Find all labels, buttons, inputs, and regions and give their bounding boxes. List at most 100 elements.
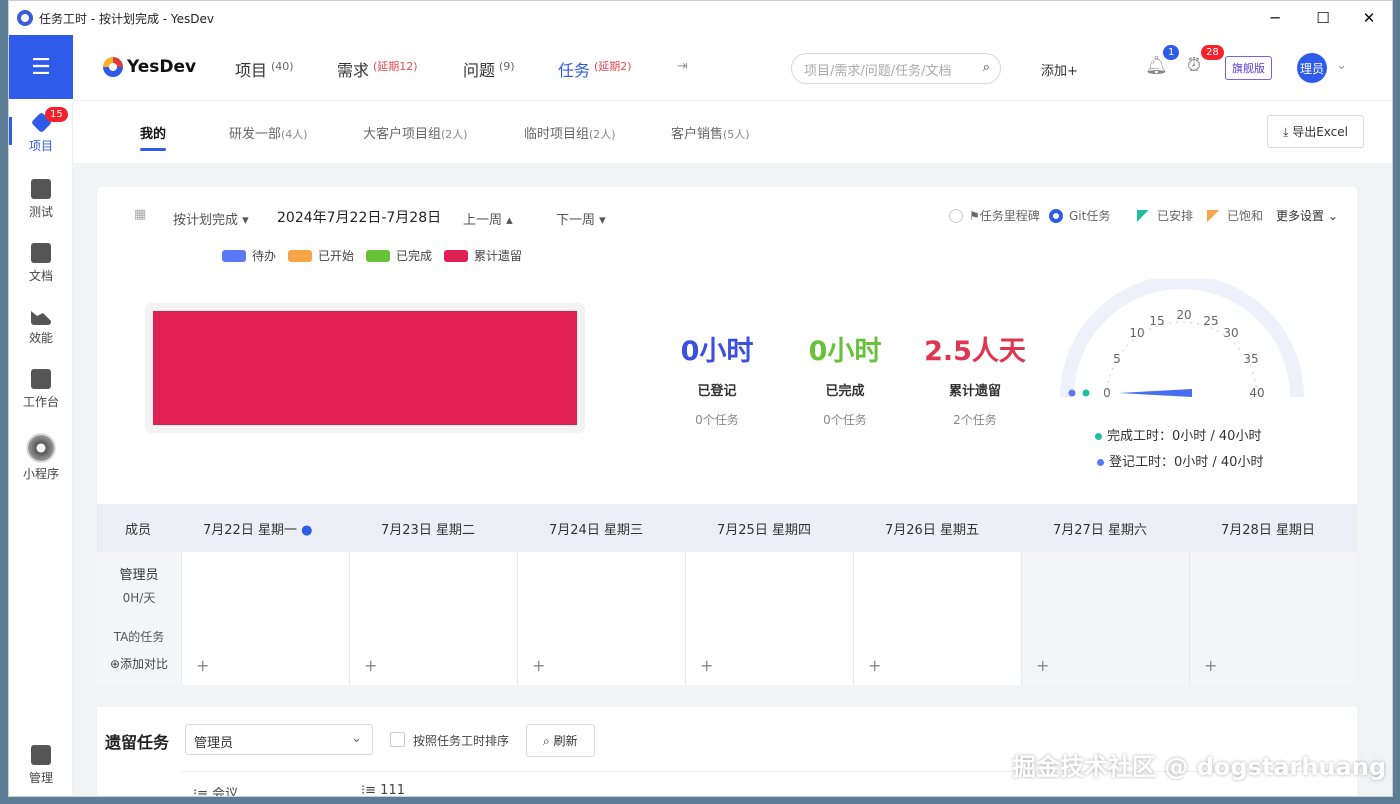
nav-requirements[interactable]: 需求 (延期12) xyxy=(337,57,418,81)
member-tasks[interactable]: TA的任务 xyxy=(97,628,181,645)
bell-icon[interactable]: 🔔︎ xyxy=(1145,55,1168,76)
add-compare-button[interactable]: ⊕添加对比 xyxy=(97,655,181,672)
legend-started[interactable]: 已开始 xyxy=(288,247,354,264)
day-cell[interactable]: + xyxy=(1021,552,1189,685)
sidebar-item-project[interactable]: 项目 15 xyxy=(9,107,73,154)
mode-select[interactable]: 按计划完成 ▾ xyxy=(173,209,249,228)
day-cell[interactable]: + xyxy=(853,552,1021,685)
nav-project[interactable]: 项目 (40) xyxy=(235,57,294,81)
plus-icon[interactable]: + xyxy=(868,656,881,675)
tab-rd1[interactable]: 研发一部(4人) xyxy=(229,123,308,142)
logo-text: YesDev xyxy=(127,57,197,77)
gauge-tick-15: 15 xyxy=(1149,314,1164,328)
clock-icon[interactable]: ⏰︎ xyxy=(1187,55,1201,76)
backlog-row-2[interactable]: ⁝≡ 111 xyxy=(361,783,405,796)
milestone-radio[interactable]: ⚑ 任务里程碑 xyxy=(949,207,1040,224)
member-cell: 管理员 0H/天 TA的任务 ⊕添加对比 xyxy=(97,552,181,685)
next-label: 下一周 xyxy=(556,213,596,228)
sidebar-item-miniprogram[interactable]: 小程序 xyxy=(9,433,73,482)
sidebar-item-label: 测试 xyxy=(28,205,53,219)
backlog-row-1[interactable]: ⁝≡ 会议 xyxy=(193,783,238,796)
test-icon xyxy=(31,179,51,199)
day-cell[interactable]: + xyxy=(517,552,685,685)
backlog-bar[interactable] xyxy=(153,311,577,425)
prev-week-button[interactable]: 上一周 ▴ xyxy=(463,209,513,228)
plus-icon[interactable]: + xyxy=(1204,656,1217,675)
metric-label: 已完成 xyxy=(825,384,865,399)
minimize-button[interactable]: ─ xyxy=(1252,1,1298,35)
tab-count: (2人) xyxy=(441,128,468,141)
saturated-icon xyxy=(1207,209,1219,222)
plus-icon[interactable]: + xyxy=(532,656,545,675)
sidebar-item-label: 效能 xyxy=(28,331,53,345)
gauge-needle xyxy=(1119,389,1192,397)
plus-icon[interactable]: + xyxy=(700,656,713,675)
tab-label: 临时项目组 xyxy=(524,127,590,142)
day-cell[interactable]: + xyxy=(685,552,853,685)
next-week-button[interactable]: 下一周 ▾ xyxy=(556,209,606,228)
calendar-icon[interactable]: ▦ xyxy=(134,207,146,222)
plus-icon[interactable]: + xyxy=(1036,656,1049,675)
gauge-tick-35: 35 xyxy=(1243,352,1258,366)
legend-label: 待办 xyxy=(252,249,277,263)
tab-key-accounts[interactable]: 大客户项目组(2人) xyxy=(363,123,468,142)
tab-label: 研发一部 xyxy=(229,127,282,142)
qr-code-icon xyxy=(26,433,56,463)
add-button[interactable]: 添加+ xyxy=(1041,60,1078,79)
tab-temp[interactable]: 临时项目组(2人) xyxy=(524,123,616,142)
legend-label: 已开始 xyxy=(318,249,355,263)
gauge-tick-40: 40 xyxy=(1249,386,1264,400)
menu-toggle-icon[interactable]: ☰ xyxy=(9,35,73,99)
chevron-down-icon[interactable]: ⌄ xyxy=(1336,58,1347,73)
gauge-dot-logged xyxy=(1068,389,1076,397)
sidebar-item-admin[interactable]: 管理 xyxy=(9,745,73,786)
scheduled-legend[interactable]: 已安排 xyxy=(1137,207,1193,224)
legend-swatch xyxy=(366,249,391,262)
search-input[interactable]: 项目/需求/问题/任务/文档 ⌕ xyxy=(791,53,1001,84)
search-icon[interactable]: ⌕ xyxy=(983,60,990,75)
nav-label: 任务 xyxy=(558,61,591,80)
metric-value: 2.5人天 xyxy=(924,336,1026,367)
more-settings[interactable]: 更多设置 ⌄ xyxy=(1276,207,1338,224)
export-button[interactable]: ⤓ 导出Excel xyxy=(1267,115,1364,148)
day-cell[interactable]: + xyxy=(1189,552,1357,685)
collapse-icon[interactable]: ⇥ xyxy=(677,59,688,74)
avatar[interactable]: 理员 xyxy=(1297,53,1327,83)
plus-icon[interactable]: + xyxy=(196,656,209,675)
sidebar-item-test[interactable]: 测试 xyxy=(9,179,73,220)
sidebar-item-label: 工作台 xyxy=(22,395,59,409)
gauge-tick-5: 5 xyxy=(1113,352,1121,366)
day-header-sat: 7月27日 星期六 xyxy=(1053,523,1147,538)
saturated-legend[interactable]: 已饱和 xyxy=(1207,207,1263,224)
tab-mine[interactable]: 我的 xyxy=(140,123,167,151)
git-radio[interactable]: Git任务 xyxy=(1049,207,1110,224)
legend-backlog[interactable]: 累计遗留 xyxy=(444,247,522,264)
member-name[interactable]: 管理员 xyxy=(97,564,181,583)
gauge-logged-text: 登记工时：0小时 / 40小时 xyxy=(1097,451,1263,470)
sort-checkbox[interactable] xyxy=(390,732,405,747)
day-cell[interactable]: + xyxy=(181,552,349,685)
team-tabs: 我的 研发一部(4人) 大客户项目组(2人) 临时项目组(2人) 客户销售(5人… xyxy=(73,101,1392,163)
title-bar: 任务工时 - 按计划完成 - YesDev ─ ☐ ✕ xyxy=(9,1,1392,35)
day-label: 7月22日 星期一 xyxy=(203,523,297,538)
legend-done[interactable]: 已完成 xyxy=(366,247,432,264)
sidebar-item-efficiency[interactable]: 效能 xyxy=(9,305,73,346)
plus-icon[interactable]: + xyxy=(364,656,377,675)
member-select[interactable]: 管理员 ⌄ xyxy=(185,724,373,755)
nav-tasks[interactable]: 任务 (延期2) xyxy=(558,57,632,81)
close-button[interactable]: ✕ xyxy=(1346,1,1392,35)
tab-sales[interactable]: 客户销售(5人) xyxy=(671,123,750,142)
nav-issues[interactable]: 问题 (9) xyxy=(463,57,515,81)
maximize-button[interactable]: ☐ xyxy=(1300,1,1346,35)
day-header-fri: 7月26日 星期五 xyxy=(885,523,979,538)
sidebar-item-docs[interactable]: 文档 xyxy=(9,243,73,284)
week-header: 成员 7月22日 星期一 ● 7月23日 星期二 7月24日 星期三 7月25日… xyxy=(97,504,1357,552)
today-dot-icon: ● xyxy=(301,523,313,538)
logo[interactable]: YesDev xyxy=(103,57,196,77)
legend-todo[interactable]: 待办 xyxy=(222,247,276,264)
edition-badge[interactable]: 旗舰版 xyxy=(1225,56,1272,80)
day-cell[interactable]: + xyxy=(349,552,517,685)
metric-sub: 2个任务 xyxy=(953,413,997,427)
refresh-button[interactable]: ⌕ 刷新 xyxy=(526,724,595,757)
sidebar-item-workbench[interactable]: 工作台 xyxy=(9,369,73,410)
